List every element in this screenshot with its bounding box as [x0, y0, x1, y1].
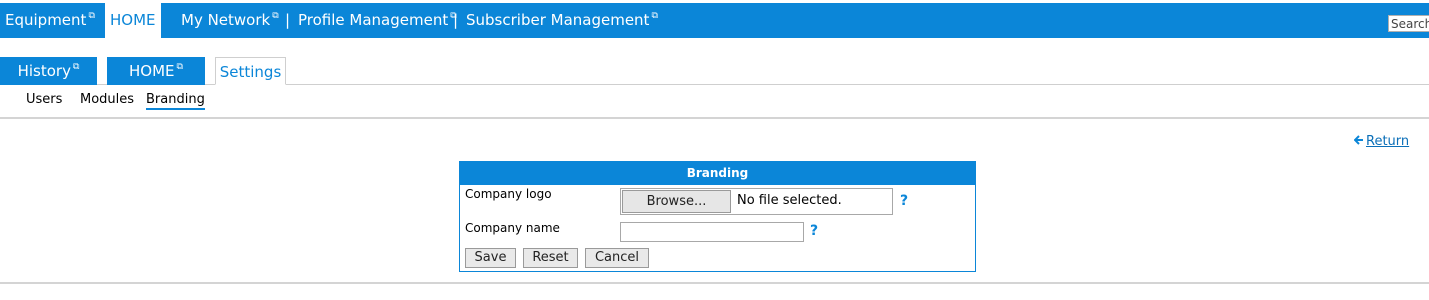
help-icon[interactable]: ? [810, 223, 818, 239]
browse-button[interactable]: Browse... [622, 190, 731, 213]
nav-profile-management[interactable]: Profile Management ⧉ [298, 3, 457, 38]
external-link-icon: ⧉ [88, 11, 95, 21]
search-input[interactable] [1388, 15, 1429, 32]
footer-divider [0, 282, 1429, 284]
external-link-icon: ⧉ [176, 62, 183, 72]
external-link-icon: ⧉ [651, 11, 658, 21]
nav-separator: | [285, 11, 291, 29]
return-link-label: Return [1366, 134, 1410, 149]
return-link[interactable]: Return [1353, 134, 1410, 149]
section-divider [0, 117, 1429, 119]
tab-home[interactable]: HOME ⧉ [107, 57, 205, 85]
nav-subscriber-management[interactable]: Subscriber Management ⧉ [466, 3, 658, 38]
file-status-text: No file selected. [737, 193, 842, 208]
company-logo-file-input[interactable]: Browse... No file selected. [620, 188, 893, 215]
subnav-branding[interactable]: Branding [146, 92, 205, 110]
tab-bar: History ⧉ HOME ⧉ Settings [0, 57, 1429, 85]
company-logo-label: Company logo [465, 187, 552, 201]
branding-panel: Branding Company logo Browse... No file … [459, 161, 976, 272]
tab-home-label: HOME [129, 62, 175, 80]
nav-subscriber-management-label: Subscriber Management [466, 11, 650, 29]
nav-home-label: HOME [110, 11, 156, 29]
tab-history[interactable]: History ⧉ [0, 57, 97, 85]
nav-separator: | [453, 11, 459, 29]
nav-my-network-label: My Network [181, 11, 271, 29]
company-name-input[interactable] [620, 222, 804, 242]
reset-button[interactable]: Reset [523, 248, 578, 268]
nav-equipment[interactable]: Equipment ⧉ [5, 3, 95, 38]
nav-my-network[interactable]: My Network ⧉ [181, 3, 279, 38]
company-name-label: Company name [465, 221, 560, 235]
arrow-left-icon [1353, 134, 1364, 149]
help-icon[interactable]: ? [900, 193, 908, 209]
tab-settings-label: Settings [219, 63, 282, 81]
external-link-icon: ⧉ [72, 62, 80, 72]
tab-settings[interactable]: Settings [215, 57, 286, 85]
tab-history-label: History [17, 62, 71, 80]
save-button[interactable]: Save [465, 248, 516, 268]
cancel-button[interactable]: Cancel [585, 248, 649, 268]
nav-profile-management-label: Profile Management [298, 11, 449, 29]
subnav-users[interactable]: Users [26, 92, 62, 107]
top-navigation-bar: Equipment ⧉ HOME My Network ⧉ | Profile Ma… [0, 3, 1429, 38]
branding-panel-title: Branding [460, 162, 975, 185]
nav-home[interactable]: HOME [105, 3, 161, 38]
nav-equipment-label: Equipment [5, 11, 87, 29]
subnav-modules[interactable]: Modules [80, 92, 134, 107]
external-link-icon: ⧉ [272, 11, 279, 21]
